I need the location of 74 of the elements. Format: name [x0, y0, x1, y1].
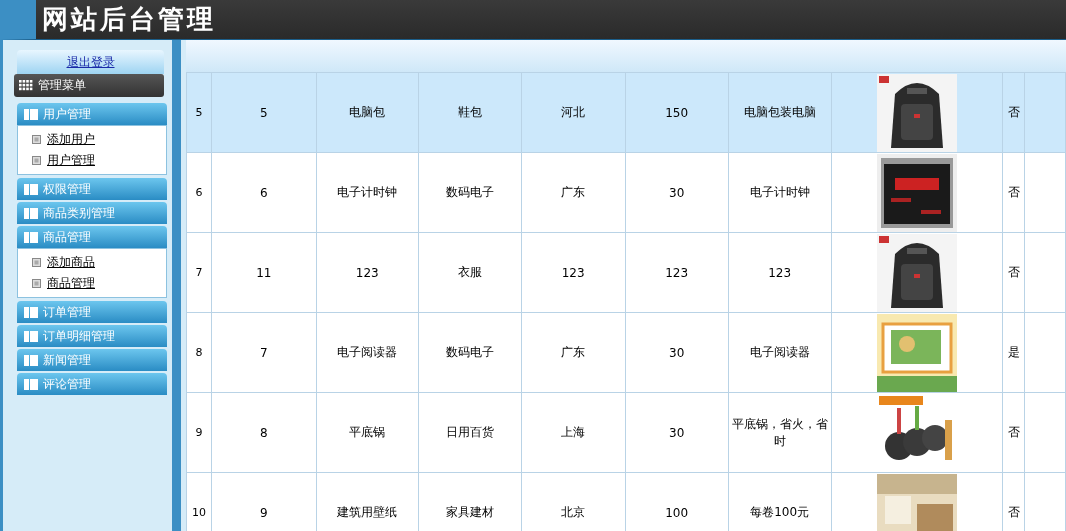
table-cell: 100	[665, 505, 689, 520]
table-cell: 9	[195, 426, 203, 439]
panel-icon	[24, 231, 38, 243]
doc-icon	[32, 156, 41, 165]
table-cell: 8	[195, 346, 203, 359]
table-row[interactable]: 6 6 电子计时钟 数码电子 广东 30 电子计时钟 否	[186, 152, 1066, 233]
table-cell: 5	[195, 106, 203, 119]
table-cell: 7	[195, 266, 203, 279]
table-cell: 30	[669, 345, 685, 360]
table-row[interactable]: 8 7 电子阅读器 数码电子 广东 30 电子阅读器 是	[186, 312, 1066, 393]
panel-icon	[24, 330, 38, 342]
table-cell: 家具建材	[445, 505, 494, 519]
table-cell: 河北	[561, 105, 586, 119]
table-cell: 上海	[561, 425, 586, 439]
table-cell: 电脑包装电脑	[743, 105, 816, 119]
table-cell: 9	[260, 505, 268, 520]
menu-title: 管理菜单	[38, 77, 86, 94]
table-cell: 日用百货	[445, 425, 494, 439]
table-cell: 否	[1007, 185, 1020, 199]
submenu-link[interactable]: 商品管理	[47, 275, 95, 292]
table-cell: 30	[669, 425, 685, 440]
panel-icon	[24, 108, 38, 120]
table-cell: 电子阅读器	[337, 345, 398, 359]
submenu-link[interactable]: 用户管理	[47, 152, 95, 169]
table-cell: 衣服	[457, 265, 482, 279]
table-cell: 广东	[561, 345, 586, 359]
table-cell: 电子阅读器	[749, 345, 810, 359]
panel-icon	[24, 354, 38, 366]
table-cell: 是	[1007, 345, 1020, 359]
table-cell: 否	[1007, 265, 1020, 279]
doc-icon	[32, 135, 41, 144]
sidebar-splitter[interactable]	[172, 40, 186, 531]
panel-icon	[24, 207, 38, 219]
grid-icon	[19, 80, 33, 91]
table-cell: 否	[1007, 425, 1020, 439]
table-cell: 平底锅，省火，省时	[731, 416, 828, 448]
doc-icon	[32, 258, 41, 267]
submenu-link[interactable]: 添加商品	[47, 254, 95, 271]
table-cell: 电子计时钟	[749, 185, 810, 199]
panel-icon	[24, 378, 38, 390]
table-cell: 电脑包	[349, 105, 386, 119]
table-cell: 建筑用壁纸	[337, 505, 398, 519]
table-cell: 鞋包	[457, 105, 482, 119]
panel-icon	[24, 306, 38, 318]
table-cell: 8	[260, 425, 268, 440]
table-cell: 平底锅	[349, 425, 386, 439]
table-cell: 150	[665, 105, 689, 120]
panel-icon	[24, 183, 38, 195]
table-cell: 数码电子	[445, 185, 494, 199]
table-cell: 11	[256, 265, 272, 280]
table-row[interactable]: 7 11 123 衣服 123 123 123 否	[186, 232, 1066, 313]
table-cell: 否	[1007, 105, 1020, 119]
site-title: 网站后台管理	[42, 3, 217, 36]
table-cell: 123	[355, 265, 379, 280]
doc-icon	[32, 279, 41, 288]
table-cell: 123	[768, 265, 792, 280]
table-cell: 北京	[561, 505, 586, 519]
table-cell: 广东	[561, 185, 586, 199]
table-cell: 6	[260, 185, 268, 200]
table-cell: 7	[260, 345, 268, 360]
table-cell: 否	[1007, 505, 1020, 519]
table-cell: 6	[195, 186, 203, 199]
table-cell: 电子计时钟	[337, 185, 398, 199]
table-cell: 30	[669, 185, 685, 200]
table-cell: 123	[561, 265, 585, 280]
submenu-link[interactable]: 添加用户	[47, 131, 95, 148]
table-row[interactable]: 10 9 建筑用壁纸 家具建材 北京 100 每卷100元 否	[186, 472, 1066, 531]
table-row[interactable]: 9 8 平底锅 日用百货 上海 30 平底锅，省火，省时 否	[186, 392, 1066, 473]
table-cell: 10	[191, 506, 206, 519]
table-cell: 每卷100元	[750, 505, 810, 519]
table-cell: 5	[260, 105, 268, 120]
table-cell: 123	[665, 265, 689, 280]
table-cell: 数码电子	[445, 345, 494, 359]
table-row[interactable]: 5 5 电脑包 鞋包 河北 150 电脑包装电脑 否	[186, 72, 1066, 153]
